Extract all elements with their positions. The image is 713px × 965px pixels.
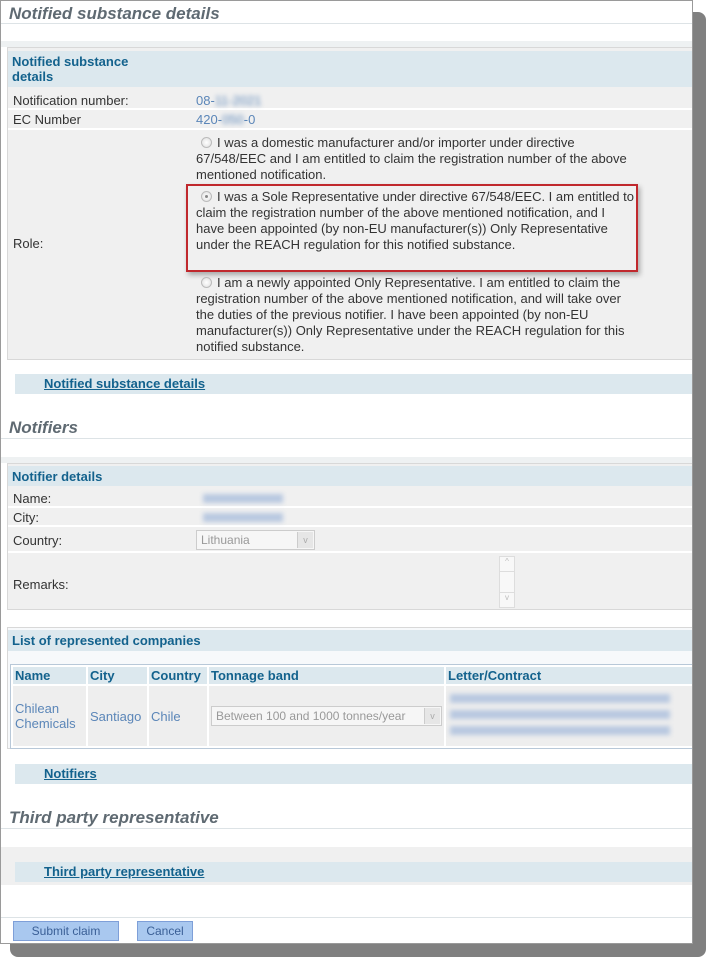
link-bar-substance: Notified substance details [15,374,692,394]
tonnage-select[interactable]: Between 100 and 1000 tonnes/year v [211,706,442,726]
name-value-redacted [203,494,283,503]
section-title-notifiers: Notifiers [9,418,78,437]
notification-row: Notification number: 08-11-2021 [8,90,692,110]
ec-row: EC Number 420-050-0 [8,110,692,130]
table-row: Chilean Chemicals Santiago Chile Between… [13,686,692,746]
cancel-button[interactable]: Cancel [137,921,193,941]
section-title-substance: Notified substance details [9,4,220,23]
role-option-3[interactable]: I am a newly appointed Only Representati… [196,275,636,355]
country-label: Country: [13,533,63,548]
chevron-down-icon: v [297,532,313,548]
contract-file-redacted[interactable] [450,694,670,738]
notifier-panel: Notifier details Name: City: Country: Li… [7,463,692,610]
panel-title: List of represented companies [8,630,692,651]
link-bar-notifiers: Notifiers [15,764,692,784]
companies-table: Name City Country Tonnage band Letter/Co… [10,664,692,749]
ec-label: EC Number [13,112,81,127]
notification-label: Notification number: [13,93,129,108]
notifiers-link[interactable]: Notifiers [44,766,97,781]
companies-panel: List of represented companies Name City … [7,627,692,749]
city-value-redacted [203,513,283,522]
third-party-link[interactable]: Third party representative [44,864,204,879]
scroll-down-icon[interactable]: v [500,592,514,607]
scroll-up-icon[interactable]: ^ [500,557,514,572]
role-option-2[interactable]: I was a Sole Representative under direct… [196,189,636,253]
chevron-down-icon: v [424,708,440,724]
role-option-1[interactable]: I was a domestic manufacturer and/or imp… [196,135,636,183]
panel-title: Notifier details [8,466,692,486]
radio-icon[interactable] [201,137,212,148]
notified-substance-link[interactable]: Notified substance details [44,376,205,391]
radio-icon[interactable] [201,277,212,288]
radio-selected-icon[interactable] [201,191,212,202]
panel-title: Notified substance details [12,54,129,84]
country-select[interactable]: Lithuania v [196,530,315,550]
submit-claim-button[interactable]: Submit claim [13,921,119,941]
role-label: Role: [13,236,44,251]
remarks-scrollbar[interactable]: ^ v [499,556,515,608]
ec-value: 420-050-0 [196,112,256,127]
section-title-third-party: Third party representative [9,808,219,827]
city-label: City: [13,510,39,525]
name-label: Name: [13,491,52,506]
remarks-label: Remarks: [13,577,69,592]
link-bar-third-party: Third party representative [15,862,692,882]
substance-panel: Notified substance details Notification … [7,47,692,360]
claim-form: Notified substance details Notified subs… [0,0,693,944]
notification-value: 08-11-2021 [196,93,262,108]
table-header: Name City Country Tonnage band Letter/Co… [13,667,692,684]
